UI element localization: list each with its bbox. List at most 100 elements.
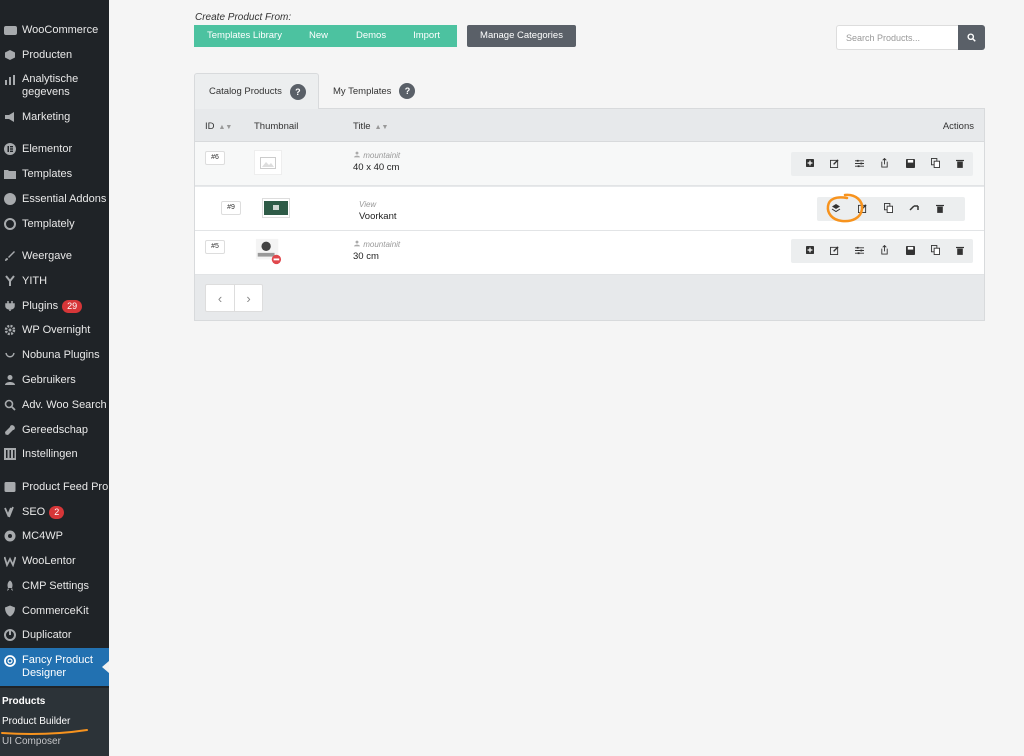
sidebar-item-label: CommerceKit (22, 604, 89, 617)
submenu-item-products[interactable]: Products (2, 696, 45, 707)
mailchimp-icon (3, 529, 17, 543)
sort-icon: ▲▼ (218, 124, 233, 131)
sidebar-item-label: YITH (22, 274, 48, 287)
sidebar-item-label: WooLentor (22, 554, 76, 567)
sidebar-item-label: Templates (22, 167, 73, 180)
export-button[interactable] (872, 239, 897, 263)
view-label: View (359, 200, 377, 209)
sidebar-item-analytische-gegevens[interactable]: Analytische gegevens (0, 72, 109, 100)
search-input[interactable] (836, 25, 958, 50)
reorder-view-button[interactable] (901, 197, 927, 221)
duplicate-button[interactable] (923, 152, 948, 176)
column-header-id[interactable]: ID ▲▼ (205, 121, 232, 132)
save-icon (905, 245, 915, 257)
table-header: ID ▲▼ Thumbnail Title ▲▼ Actions (195, 109, 984, 142)
tab-catalog-products[interactable]: Catalog Products ? (194, 73, 319, 109)
sidebar-item-producten[interactable]: Producten (0, 47, 109, 63)
product-title[interactable]: 30 cm (353, 251, 379, 262)
delete-button[interactable] (948, 152, 973, 176)
sidebar-item-label: Templately (22, 217, 75, 230)
plus-square-icon (805, 159, 814, 169)
sliders-icon (3, 447, 17, 461)
product-id-badge: #6 (205, 151, 225, 165)
sidebar-item-templately[interactable]: Templately (0, 216, 109, 232)
edit-button[interactable] (822, 152, 847, 176)
row-actions (791, 152, 973, 176)
sliders-icon (855, 159, 865, 170)
sidebar-item-instellingen[interactable]: Instellingen (0, 446, 109, 462)
sidebar-item-nobuna-plugins[interactable]: Nobuna Plugins (0, 347, 109, 363)
sidebar-item-mc4wp[interactable]: MC4WP (0, 528, 109, 544)
sidebar-item-elementor[interactable]: Elementor (0, 141, 109, 157)
sidebar-item-woocommerce[interactable]: WooCommerce (0, 22, 109, 38)
table-row[interactable]: #5 mountainit 30 cm (195, 231, 984, 275)
delete-button[interactable] (948, 239, 973, 263)
demos-button[interactable]: Demos (342, 25, 400, 47)
sidebar-item-cmp-settings[interactable]: CMP Settings (0, 578, 109, 594)
sidebar-item-woolentor[interactable]: WooLentor (0, 553, 109, 569)
product-title[interactable]: 40 x 40 cm (353, 162, 399, 173)
search-button[interactable] (958, 25, 985, 50)
sidebar-item-gereedschap[interactable]: Gereedschap (0, 422, 109, 438)
edit-button[interactable] (822, 239, 847, 263)
submenu-item-ui-composer[interactable]: UI Composer (2, 736, 61, 747)
duplicate-view-button[interactable] (875, 197, 901, 221)
product-thumbnail[interactable] (254, 150, 282, 175)
sidebar-item-duplicator[interactable]: Duplicator (0, 627, 109, 643)
tab-my-templates[interactable]: My Templates ? (333, 73, 416, 109)
search-box (836, 25, 985, 50)
admin-sidebar: WooCommerce Producten Analytische gegeve… (0, 0, 109, 756)
options-button[interactable] (847, 152, 872, 176)
submenu-item-product-builder[interactable]: Product Builder (2, 716, 70, 727)
new-product-button[interactable]: New (295, 25, 342, 47)
sidebar-item-fancy-product-designer[interactable]: Fancy Product Designer (0, 648, 109, 686)
export-button[interactable] (872, 152, 897, 176)
edit-icon (830, 245, 839, 257)
sidebar-item-wp-overnight[interactable]: WP Overnight (0, 322, 109, 338)
next-page-button[interactable]: › (233, 285, 262, 311)
save-template-button[interactable] (898, 239, 923, 263)
delete-view-button[interactable] (927, 197, 953, 221)
sidebar-item-marketing[interactable]: Marketing (0, 109, 109, 125)
sidebar-item-label: Marketing (22, 110, 71, 123)
sidebar-item-gebruikers[interactable]: Gebruikers (0, 372, 109, 388)
sidebar-item-essential-addons[interactable]: Essential Addons (0, 191, 109, 207)
table-row[interactable]: #6 mountainit 40 x 40 cm (195, 142, 984, 186)
save-template-button[interactable] (898, 152, 923, 176)
copy-icon (930, 245, 940, 257)
bar-chart-icon (3, 73, 17, 87)
copy-icon (930, 158, 940, 170)
product-thumbnail[interactable] (254, 238, 282, 264)
add-view-button[interactable] (797, 239, 822, 263)
sidebar-item-weergave[interactable]: Weergave (0, 248, 109, 264)
tab-label: My Templates (333, 85, 392, 97)
duplicate-button[interactable] (923, 239, 948, 263)
copy-icon (883, 203, 893, 215)
sidebar-item-commercekit[interactable]: CommerceKit (0, 603, 109, 619)
column-header-title[interactable]: Title ▲▼ (353, 121, 388, 132)
share-icon (880, 244, 889, 257)
view-thumbnail[interactable] (262, 198, 290, 218)
templates-library-button[interactable]: Templates Library (194, 25, 295, 47)
prev-page-button[interactable]: ‹ (206, 285, 234, 311)
sidebar-item-plugins[interactable]: Plugins 29 (0, 298, 109, 314)
help-icon[interactable]: ? (399, 83, 416, 99)
help-icon[interactable]: ? (289, 83, 306, 100)
duplicator-icon (3, 628, 17, 642)
table-row-view[interactable]: #9 View Voorkant (195, 187, 984, 231)
manage-categories-button[interactable]: Manage Categories (467, 25, 576, 47)
save-icon (905, 158, 915, 170)
sidebar-item-product-feed-pro[interactable]: Product Feed Pro (0, 479, 109, 495)
add-view-button[interactable] (797, 152, 822, 176)
sidebar-item-templates[interactable]: Templates (0, 166, 109, 182)
view-title[interactable]: Voorkant (359, 211, 397, 222)
options-button[interactable] (847, 239, 872, 263)
sidebar-item-seo[interactable]: SEO 2 (0, 504, 109, 520)
sidebar-item-label: Gebruikers (22, 373, 76, 386)
sidebar-item-yith[interactable]: YITH (0, 273, 109, 289)
image-placeholder-icon (260, 156, 276, 169)
chevron-left-icon: ‹ (217, 290, 223, 306)
sidebar-item-adv-woo-search[interactable]: Adv. Woo Search (0, 397, 109, 413)
create-product-button-group: Templates Library New Demos Import (194, 25, 457, 47)
import-button[interactable]: Import (400, 25, 453, 47)
